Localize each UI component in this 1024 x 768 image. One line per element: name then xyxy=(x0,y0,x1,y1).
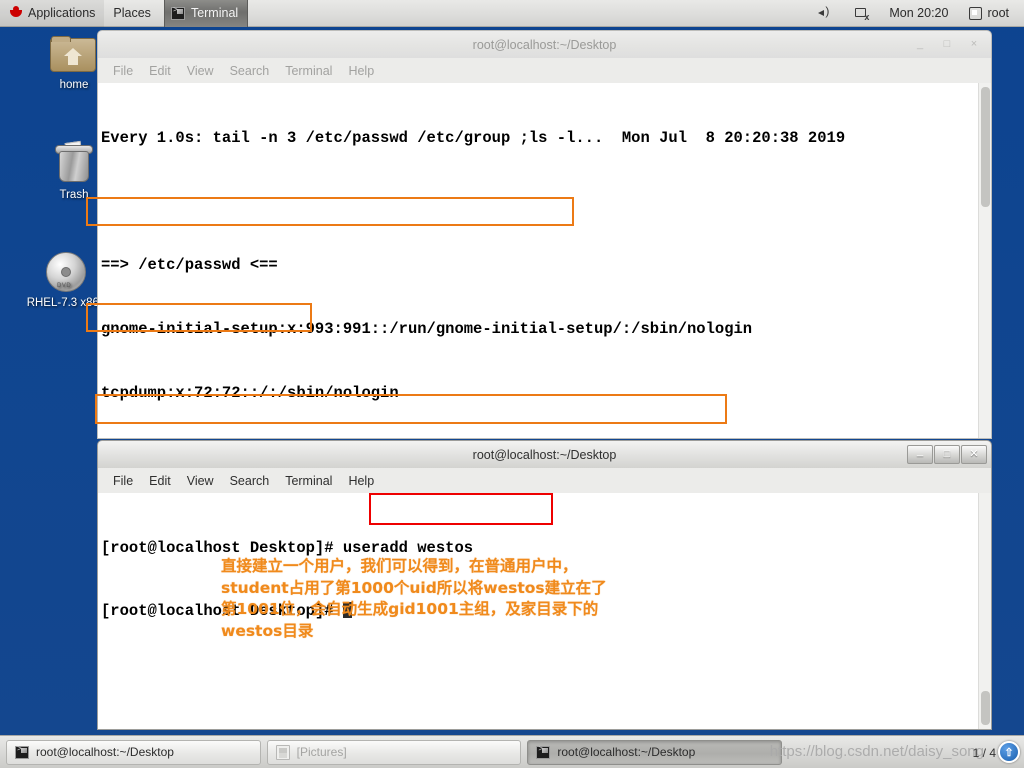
minimize-button[interactable]: _ xyxy=(907,35,933,54)
desktop-icon-dvd-label: RHEL-7.3 x86_ xyxy=(26,297,106,309)
shell-command: useradd westos xyxy=(342,538,474,557)
maximize-button[interactable]: □ xyxy=(934,445,960,464)
desktop: Applications Places Terminal Mon 20:20 r… xyxy=(0,0,1024,768)
clock-label: Mon 20:20 xyxy=(889,6,949,20)
user-icon xyxy=(968,6,983,20)
desktop-icon-trash-label: Trash xyxy=(59,189,89,201)
taskbar-item-terminal-2[interactable]: root@localhost:~/Desktop xyxy=(527,739,783,765)
close-button[interactable]: ✕ xyxy=(961,445,987,464)
titlebar-active[interactable]: root@localhost:~/Desktop _ □ ✕ xyxy=(97,440,992,468)
close-button[interactable]: × xyxy=(961,35,987,54)
redhat-icon xyxy=(9,6,23,20)
scrollbar-active[interactable] xyxy=(978,493,991,729)
menu-edit[interactable]: Edit xyxy=(141,472,179,490)
menubar-active: File Edit View Search Terminal Help xyxy=(97,468,992,493)
terminal-line: ==> /etc/passwd <== xyxy=(101,256,278,275)
panel-active-window-label: Terminal xyxy=(190,6,239,20)
network-button[interactable] xyxy=(845,0,878,27)
panel-status-area: Mon 20:20 root xyxy=(809,0,1024,27)
terminal-line: Every 1.0s: tail -n 3 /etc/passwd /etc/g… xyxy=(101,128,846,147)
menu-terminal[interactable]: Terminal xyxy=(277,472,340,490)
panel-active-window[interactable]: Terminal xyxy=(163,0,249,27)
applications-menu[interactable]: Applications xyxy=(0,0,105,27)
clock[interactable]: Mon 20:20 xyxy=(880,0,957,27)
network-disconnected-icon xyxy=(854,6,869,22)
terminal-line: tcpdump:x:72:72::/:/sbin/nologin xyxy=(101,384,399,403)
window-controls-watch: _ □ × xyxy=(907,31,991,59)
desktop-icon-home-label: home xyxy=(59,79,89,91)
applications-menu-label: Applications xyxy=(28,6,96,20)
terminal-window-watch[interactable]: root@localhost:~/Desktop _ □ × File Edit… xyxy=(97,30,992,439)
menu-file[interactable]: File xyxy=(105,62,141,80)
top-panel: Applications Places Terminal Mon 20:20 r… xyxy=(0,0,1024,27)
shell-prompt: [root@localhost Desktop]# xyxy=(101,538,343,557)
scroll-top-badge[interactable]: ⇧ xyxy=(998,741,1020,763)
taskbar-item-label: root@localhost:~/Desktop xyxy=(557,745,696,759)
scrollbar-thumb[interactable] xyxy=(981,691,990,725)
page-indicator: 1 / 4 xyxy=(972,746,996,760)
menu-search[interactable]: Search xyxy=(222,472,278,490)
taskbar-item-label: [Pictures] xyxy=(296,745,347,759)
picture-icon xyxy=(275,744,290,760)
home-folder-icon xyxy=(50,36,98,76)
menu-file[interactable]: File xyxy=(105,472,141,490)
taskbar: root@localhost:~/Desktop [Pictures] root… xyxy=(0,735,1024,768)
taskbar-item-pictures[interactable]: [Pictures] xyxy=(266,739,522,765)
places-menu[interactable]: Places xyxy=(104,0,160,27)
dvd-icon: DVD xyxy=(44,250,88,294)
places-menu-label: Places xyxy=(113,6,151,20)
volume-button[interactable] xyxy=(809,0,843,27)
trash-icon xyxy=(52,140,96,186)
terminal-icon xyxy=(170,6,185,20)
scrollbar-thumb[interactable] xyxy=(981,87,990,207)
user-menu[interactable]: root xyxy=(959,0,1018,27)
terminal-line: gnome-initial-setup:x:993:991::/run/gnom… xyxy=(101,320,753,339)
menu-help[interactable]: Help xyxy=(340,62,382,80)
scrollbar-watch[interactable] xyxy=(978,83,991,438)
annotation-text: 直接建立一个用户，我们可以得到，在普通用户中， student占用了第1000个… xyxy=(221,557,607,640)
menu-view[interactable]: View xyxy=(179,62,222,80)
titlebar-active-title: root@localhost:~/Desktop xyxy=(472,447,617,462)
taskbar-item-label: root@localhost:~/Desktop xyxy=(36,745,174,759)
taskbar-item-terminal-1[interactable]: root@localhost:~/Desktop xyxy=(6,739,261,765)
window-controls-active: _ □ ✕ xyxy=(907,441,991,469)
maximize-button[interactable]: □ xyxy=(934,35,960,54)
minimize-button[interactable]: _ xyxy=(907,445,933,464)
menu-search[interactable]: Search xyxy=(222,62,278,80)
titlebar-watch[interactable]: root@localhost:~/Desktop _ □ × xyxy=(97,30,992,58)
user-menu-label: root xyxy=(987,6,1009,20)
menu-terminal[interactable]: Terminal xyxy=(277,62,340,80)
terminal-icon xyxy=(536,745,551,759)
menu-help[interactable]: Help xyxy=(340,472,382,490)
menu-view[interactable]: View xyxy=(179,472,222,490)
terminal-output-watch[interactable]: Every 1.0s: tail -n 3 /etc/passwd /etc/g… xyxy=(97,83,992,439)
volume-icon xyxy=(818,4,834,20)
terminal-icon xyxy=(15,745,29,759)
titlebar-watch-title: root@localhost:~/Desktop xyxy=(472,37,617,52)
menubar-watch: File Edit View Search Terminal Help xyxy=(97,58,992,83)
menu-edit[interactable]: Edit xyxy=(141,62,179,80)
